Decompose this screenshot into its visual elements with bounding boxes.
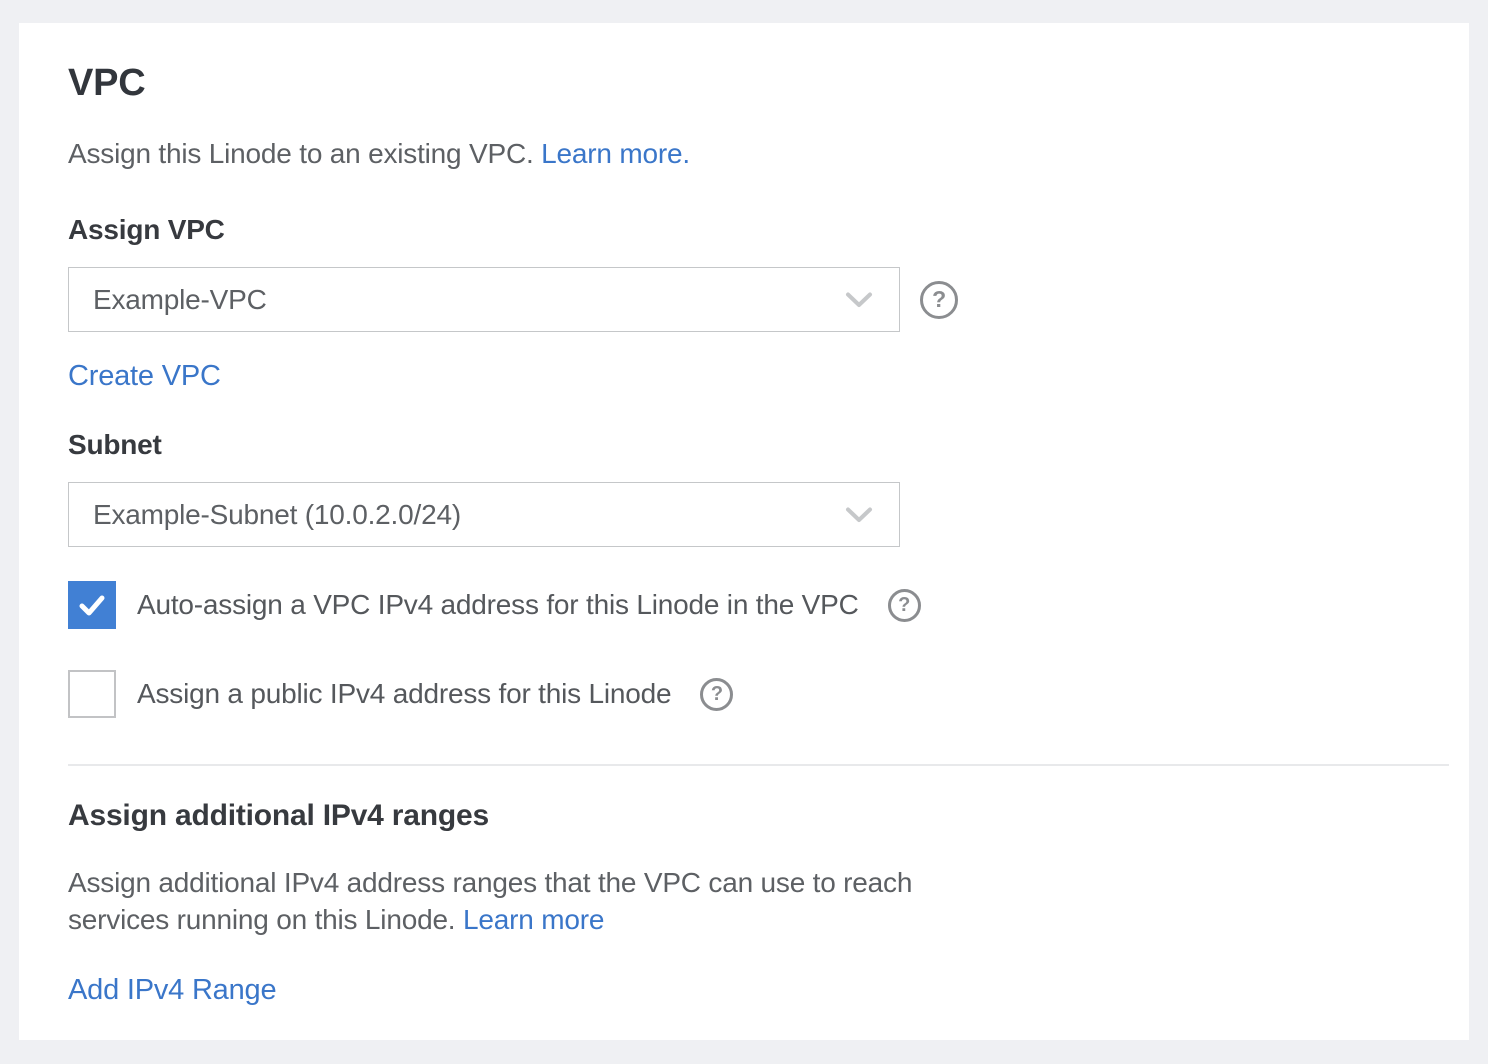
checkmark-icon [75, 677, 109, 711]
vpc-select-value: Example-VPC [93, 284, 267, 316]
chevron-down-icon [845, 292, 873, 308]
subnet-select[interactable]: Example-Subnet (10.0.2.0/24) [68, 482, 900, 547]
public-ipv4-label: Assign a public IPv4 address for this Li… [137, 678, 671, 710]
additional-ranges-description: Assign additional IPv4 address ranges th… [68, 864, 1013, 938]
public-ipv4-row: Assign a public IPv4 address for this Li… [68, 670, 1449, 718]
vpc-panel: VPC Assign this Linode to an existing VP… [19, 23, 1469, 1040]
add-ipv4-range-link[interactable]: Add IPv4 Range [68, 974, 276, 1006]
assign-vpc-label: Assign VPC [68, 215, 1449, 245]
vpc-select-row: Example-VPC ? [68, 267, 1449, 332]
section-title: VPC [68, 63, 1449, 103]
checkmark-icon [75, 588, 109, 622]
subnet-label: Subnet [68, 430, 1449, 460]
additional-ranges-title: Assign additional IPv4 ranges [68, 800, 1449, 832]
public-ipv4-checkbox[interactable] [68, 670, 116, 718]
chevron-down-icon [845, 507, 873, 523]
subnet-select-row: Example-Subnet (10.0.2.0/24) [68, 482, 1449, 547]
subnet-select-value: Example-Subnet (10.0.2.0/24) [93, 499, 461, 531]
public-ipv4-help-icon[interactable]: ? [700, 678, 733, 711]
section-divider [68, 764, 1449, 766]
intro-text: Assign this Linode to an existing VPC. [68, 138, 534, 169]
auto-assign-ipv4-row: Auto-assign a VPC IPv4 address for this … [68, 581, 1449, 629]
section-intro: Assign this Linode to an existing VPC. L… [68, 137, 1449, 171]
create-vpc-link[interactable]: Create VPC [68, 360, 221, 392]
vpc-select[interactable]: Example-VPC [68, 267, 900, 332]
auto-assign-ipv4-label: Auto-assign a VPC IPv4 address for this … [137, 589, 859, 621]
ranges-learn-more-link[interactable]: Learn more [463, 904, 604, 935]
auto-assign-ipv4-checkbox[interactable] [68, 581, 116, 629]
vpc-help-icon[interactable]: ? [920, 281, 958, 319]
learn-more-link[interactable]: Learn more. [541, 138, 690, 169]
auto-assign-help-icon[interactable]: ? [888, 589, 921, 622]
